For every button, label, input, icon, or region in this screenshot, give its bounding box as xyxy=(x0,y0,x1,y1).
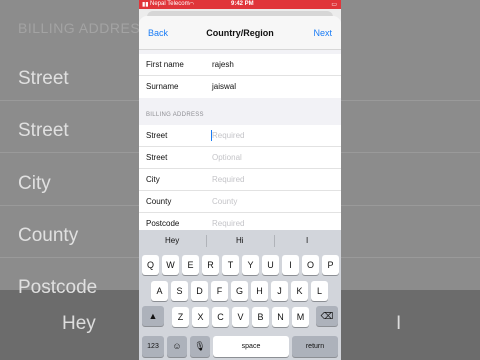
background-row: City xyxy=(18,173,51,194)
first-name-row[interactable]: First name rajesh xyxy=(139,54,341,76)
key-k[interactable]: K xyxy=(291,281,308,301)
key-t[interactable]: T xyxy=(222,255,239,275)
key-z[interactable]: Z xyxy=(172,307,189,327)
background-section-label: BILLING ADDRESS xyxy=(18,20,150,36)
navigation-bar: Back Country/Region Next xyxy=(139,16,341,50)
keyboard: Hey Hi I QWERTYUIOP ASDFGHJKL ZXCVBNM ▲ … xyxy=(139,230,341,360)
key-b[interactable]: B xyxy=(252,307,269,327)
background-row: County xyxy=(18,225,79,246)
key-l[interactable]: L xyxy=(311,281,328,301)
background-row: Street xyxy=(18,120,69,141)
key-q[interactable]: Q xyxy=(142,255,159,275)
background-row: Postcode xyxy=(18,277,98,298)
background-suggestion: Hey xyxy=(62,313,96,334)
key-j[interactable]: J xyxy=(271,281,288,301)
space-key[interactable]: space xyxy=(213,336,289,357)
key-f[interactable]: F xyxy=(211,281,228,301)
wifi-icon: ◠ xyxy=(189,2,195,8)
county-row[interactable]: County County xyxy=(139,191,341,213)
key-p[interactable]: P xyxy=(322,255,339,275)
key-e[interactable]: E xyxy=(182,255,199,275)
key-r[interactable]: R xyxy=(202,255,219,275)
key-x[interactable]: X xyxy=(192,307,209,327)
street-2-field[interactable]: Optional xyxy=(212,153,242,162)
postcode-field[interactable]: Required xyxy=(212,219,244,228)
key-d[interactable]: D xyxy=(191,281,208,301)
surname-field[interactable]: jaiswal xyxy=(212,82,236,91)
numbers-key[interactable]: 123 xyxy=(142,336,164,357)
key-v[interactable]: V xyxy=(232,307,249,327)
page-title: Country/Region xyxy=(206,28,274,38)
battery-icon: ▭ xyxy=(331,2,337,8)
emoji-icon[interactable]: ☺ xyxy=(167,336,187,357)
key-n[interactable]: N xyxy=(272,307,289,327)
next-button[interactable]: Next xyxy=(313,28,332,38)
county-field[interactable]: County xyxy=(212,197,237,206)
postcode-label: Postcode xyxy=(146,219,180,228)
suggestion-divider xyxy=(206,235,207,247)
background-suggestion: I xyxy=(396,313,402,334)
suggestion-bar: Hey Hi I xyxy=(139,230,341,252)
backspace-icon[interactable]: ⌫ xyxy=(316,306,338,326)
form-sheet: Back Country/Region Next First name raje… xyxy=(139,16,341,230)
suggestion-divider xyxy=(274,235,275,247)
county-label: County xyxy=(146,197,172,206)
background-row: Street xyxy=(18,68,69,89)
key-i[interactable]: I xyxy=(282,255,299,275)
city-field[interactable]: Required xyxy=(212,175,244,184)
status-bar: ▮▮ Nepal Telecom ◠ 9:42 PM ▭ xyxy=(139,0,341,9)
billing-group: Street Required Street Optional City Req… xyxy=(139,125,341,230)
key-y[interactable]: Y xyxy=(242,255,259,275)
surname-label: Surname xyxy=(146,82,179,91)
status-time: 9:42 PM xyxy=(231,1,254,7)
city-row[interactable]: City Required xyxy=(139,169,341,191)
first-name-label: First name xyxy=(146,60,184,69)
shift-icon[interactable]: ▲ xyxy=(142,306,164,326)
postcode-row[interactable]: Postcode Required xyxy=(139,213,341,230)
street-field[interactable]: Required xyxy=(212,131,244,140)
return-key[interactable]: return xyxy=(292,336,338,357)
billing-section-header: BILLING ADDRESS xyxy=(146,112,204,118)
key-g[interactable]: G xyxy=(231,281,248,301)
street-label: Street xyxy=(146,131,168,140)
name-group: First name rajesh Surname jaiswal xyxy=(139,54,341,98)
suggestion-item[interactable]: Hey xyxy=(165,236,179,245)
carrier-name: Nepal Telecom xyxy=(150,1,190,7)
phone-screen: ▮▮ Nepal Telecom ◠ 9:42 PM ▭ Back Countr… xyxy=(139,0,341,360)
suggestion-item[interactable]: Hi xyxy=(236,236,244,245)
signal-icon: ▮▮ xyxy=(142,2,149,8)
key-h[interactable]: H xyxy=(251,281,268,301)
key-o[interactable]: O xyxy=(302,255,319,275)
street-2-label: Street xyxy=(146,153,168,162)
key-a[interactable]: A xyxy=(151,281,168,301)
street-2-row[interactable]: Street Optional xyxy=(139,147,341,169)
key-c[interactable]: C xyxy=(212,307,229,327)
street-row[interactable]: Street Required xyxy=(139,125,341,147)
first-name-field[interactable]: rajesh xyxy=(212,60,234,69)
key-u[interactable]: U xyxy=(262,255,279,275)
key-s[interactable]: S xyxy=(171,281,188,301)
key-m[interactable]: M xyxy=(292,307,309,327)
surname-row[interactable]: Surname jaiswal xyxy=(139,76,341,98)
city-label: City xyxy=(146,175,160,184)
microphone-icon[interactable]: 🎙︎ xyxy=(190,336,210,357)
key-w[interactable]: W xyxy=(162,255,179,275)
suggestion-item[interactable]: I xyxy=(306,236,308,245)
